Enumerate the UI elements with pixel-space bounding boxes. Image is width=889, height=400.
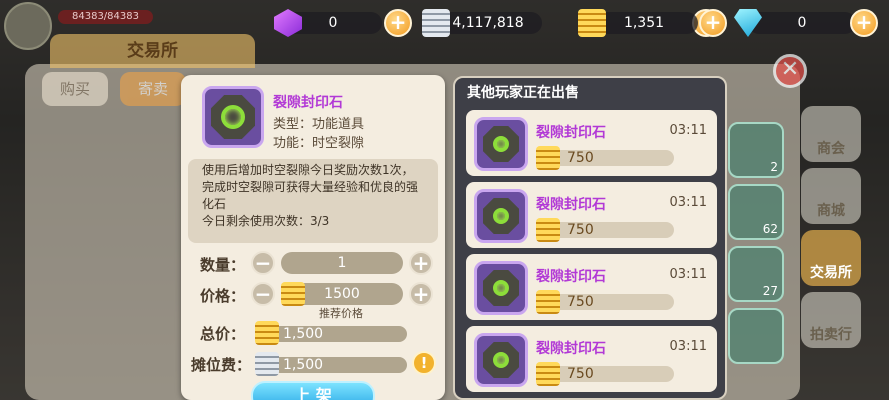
listing-title: 其他玩家正在出售 bbox=[467, 85, 579, 101]
inventory-slot[interactable] bbox=[728, 308, 784, 364]
item-description-box: 使用后增加时空裂隙今日奖励次数1次，完成时空裂隙可获得大量经验和优良的强化石 今… bbox=[188, 159, 438, 243]
currency-bar: 0 + 4,117,818 + 1,351 + 0 + bbox=[270, 6, 889, 40]
menu-shop[interactable]: 商城 bbox=[801, 168, 861, 224]
tab-sell[interactable]: 寄卖 bbox=[120, 72, 186, 106]
listing-item-name: 裂隙封印石 bbox=[536, 197, 606, 213]
listing-time: 03:11 bbox=[669, 123, 707, 138]
inventory-slot[interactable]: 27 bbox=[728, 246, 784, 302]
total-value: 1,500 bbox=[271, 326, 407, 342]
listing-item-name: 裂隙封印石 bbox=[536, 341, 606, 357]
list-item-button[interactable]: 上 架 bbox=[251, 381, 375, 400]
price-increase-button[interactable]: + bbox=[409, 282, 433, 306]
seal-stone-icon bbox=[474, 261, 528, 315]
item-function: 功能：时空裂隙 bbox=[273, 136, 365, 151]
listing-card[interactable]: 裂隙封印石 03:11 750 bbox=[466, 254, 717, 320]
listing-time: 03:11 bbox=[669, 267, 707, 282]
currency-silver: 4,117,818 + bbox=[420, 9, 720, 37]
fee-label: 摊位费： bbox=[191, 356, 252, 374]
quantity-input[interactable]: 1 bbox=[281, 252, 403, 274]
add-gems-button[interactable]: + bbox=[384, 9, 412, 37]
slot-count: 62 bbox=[762, 222, 778, 236]
item-type: 类型：功能道具 bbox=[273, 117, 365, 132]
total-label: 总价： bbox=[200, 325, 246, 343]
diamond-amount: 0 bbox=[748, 12, 856, 34]
close-button[interactable]: ✕ bbox=[773, 54, 807, 88]
listing-price: 750 bbox=[567, 150, 594, 166]
currency-gold: 1,351 + bbox=[576, 9, 727, 37]
item-uses-left: 今日剩余使用次数：3/3 bbox=[202, 214, 330, 228]
silver-coin-icon bbox=[422, 9, 450, 37]
quantity-label: 数量： bbox=[200, 256, 246, 274]
menu-trade[interactable]: 交易所 bbox=[801, 230, 861, 286]
listing-card[interactable]: 裂隙封印石 03:11 750 bbox=[466, 182, 717, 248]
slot-count: 2 bbox=[770, 160, 778, 174]
currency-diamonds: 0 + bbox=[732, 9, 889, 37]
seal-stone-icon bbox=[474, 333, 528, 387]
item-detail-panel: 裂隙封印石 类型：功能道具 功能：时空裂隙 使用后增加时空裂隙今日奖励次数1次，… bbox=[181, 75, 445, 400]
listing-time: 03:11 bbox=[669, 195, 707, 210]
inventory-slot[interactable]: 2 bbox=[728, 122, 784, 178]
seal-stone-icon bbox=[474, 189, 528, 243]
silver-amount: 4,117,818 bbox=[434, 12, 542, 34]
gold-coin-icon bbox=[536, 146, 560, 170]
player-avatar bbox=[4, 2, 52, 50]
listing-item-name: 裂隙封印石 bbox=[536, 269, 606, 285]
recommended-price-hint: 推荐价格 bbox=[319, 307, 363, 320]
listing-price: 750 bbox=[567, 222, 594, 238]
slot-count: 27 bbox=[762, 284, 778, 298]
menu-chamber[interactable]: 商会 bbox=[801, 106, 861, 162]
fee-value: 1,500 bbox=[271, 357, 407, 373]
item-name: 裂隙封印石 bbox=[273, 95, 343, 111]
silver-coin-icon bbox=[255, 352, 279, 376]
menu-label: 拍卖行 bbox=[810, 327, 852, 343]
gold-coin-icon bbox=[536, 362, 560, 386]
menu-label: 交易所 bbox=[810, 265, 852, 281]
quantity-decrease-button[interactable]: − bbox=[251, 251, 275, 275]
gold-coin-icon bbox=[255, 321, 279, 345]
add-diamonds-button[interactable]: + bbox=[850, 9, 878, 37]
price-label: 价格： bbox=[200, 287, 246, 305]
gold-amount: 1,351 bbox=[590, 12, 698, 34]
listing-time: 03:11 bbox=[669, 339, 707, 354]
tab-buy[interactable]: 购买 bbox=[42, 72, 108, 106]
market-listing-panel: 其他玩家正在出售 裂隙封印石 03:11 750 裂隙封印石 03:11 750… bbox=[453, 76, 727, 400]
listing-price: 750 bbox=[567, 294, 594, 310]
trade-title: 交易所 bbox=[50, 34, 255, 68]
player-hp: 84383/84383 bbox=[58, 10, 153, 24]
seal-stone-icon bbox=[202, 86, 264, 148]
quantity-increase-button[interactable]: + bbox=[409, 251, 433, 275]
listing-card[interactable]: 裂隙封印石 03:11 750 bbox=[466, 326, 717, 392]
gold-coin-icon bbox=[536, 218, 560, 242]
gold-coin-icon bbox=[281, 282, 305, 306]
price-decrease-button[interactable]: − bbox=[251, 282, 275, 306]
listing-card[interactable]: 裂隙封印石 03:11 750 bbox=[466, 110, 717, 176]
gold-coin-icon bbox=[578, 9, 606, 37]
menu-auction[interactable]: 拍卖行 bbox=[801, 292, 861, 348]
menu-label: 商城 bbox=[817, 203, 845, 219]
item-description: 使用后增加时空裂隙今日奖励次数1次，完成时空裂隙可获得大量经验和优良的强化石 bbox=[202, 163, 419, 211]
listing-price: 750 bbox=[567, 366, 594, 382]
currency-gems: 0 + bbox=[270, 9, 412, 37]
menu-label: 商会 bbox=[817, 141, 845, 157]
seal-stone-icon bbox=[474, 117, 528, 171]
add-gold-button[interactable]: + bbox=[699, 9, 727, 37]
inventory-slot[interactable]: 62 bbox=[728, 184, 784, 240]
gold-coin-icon bbox=[536, 290, 560, 314]
fee-info-icon[interactable]: ! bbox=[412, 351, 436, 375]
listing-item-name: 裂隙封印石 bbox=[536, 125, 606, 141]
